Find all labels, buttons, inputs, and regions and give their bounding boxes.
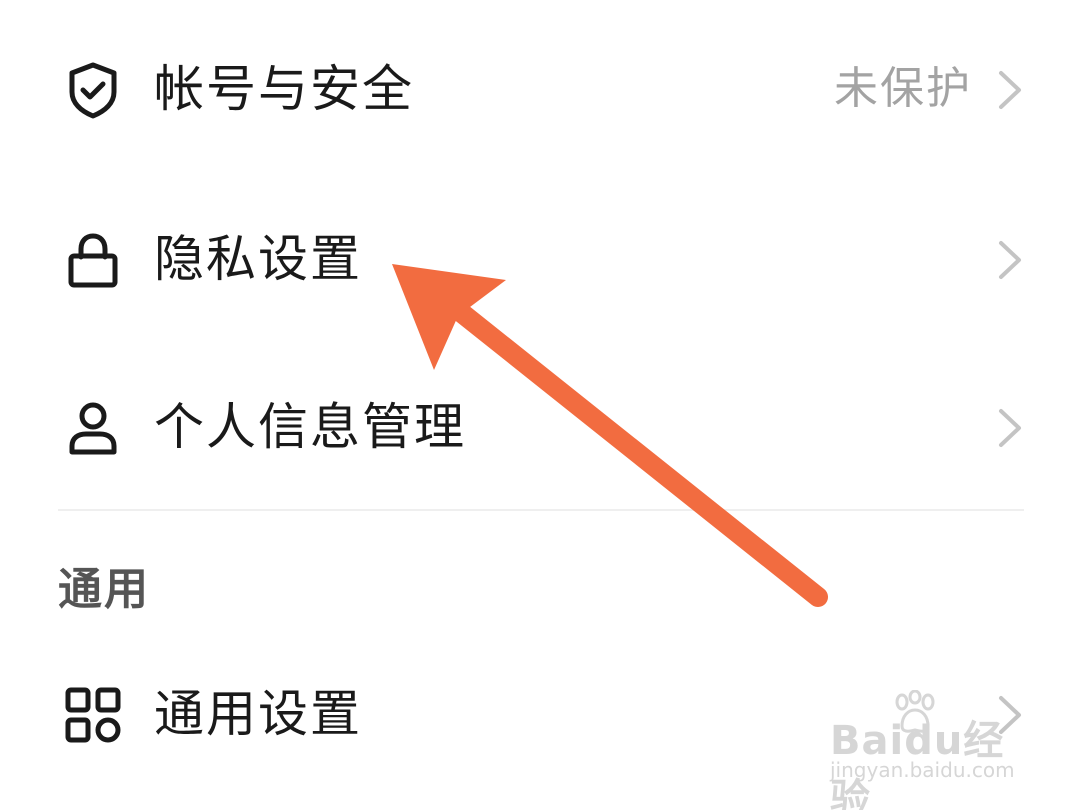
protection-status: 未保护 [834,63,972,114]
chevron-right-icon [995,239,1025,281]
grid-icon [62,684,124,746]
lock-icon [62,229,124,291]
chevron-right-icon [995,407,1025,449]
settings-item-privacy[interactable]: 隐私设置 [0,200,1080,320]
shield-check-icon [62,59,124,121]
section-title-general: 通用 [58,564,150,615]
settings-item-personal-info[interactable]: 个人信息管理 [0,368,1080,488]
settings-item-account-security[interactable]: 帐号与安全 未保护 [0,30,1080,150]
settings-item-label: 通用设置 [154,685,362,743]
settings-item-label: 个人信息管理 [154,398,466,456]
settings-screen: 帐号与安全 未保护 隐私设置 个人信息管理 通用 通用设置 Baidu经验 ji… [0,0,1080,810]
section-divider [58,509,1024,511]
settings-item-label: 隐私设置 [154,230,362,288]
person-icon [62,397,124,459]
settings-item-label: 帐号与安全 [154,60,414,118]
baidu-jingyan-watermark: Baidu经验 jingyan.baidu.com [830,690,1030,810]
watermark-url: jingyan.baidu.com [830,758,1015,782]
chevron-right-icon [995,69,1025,111]
